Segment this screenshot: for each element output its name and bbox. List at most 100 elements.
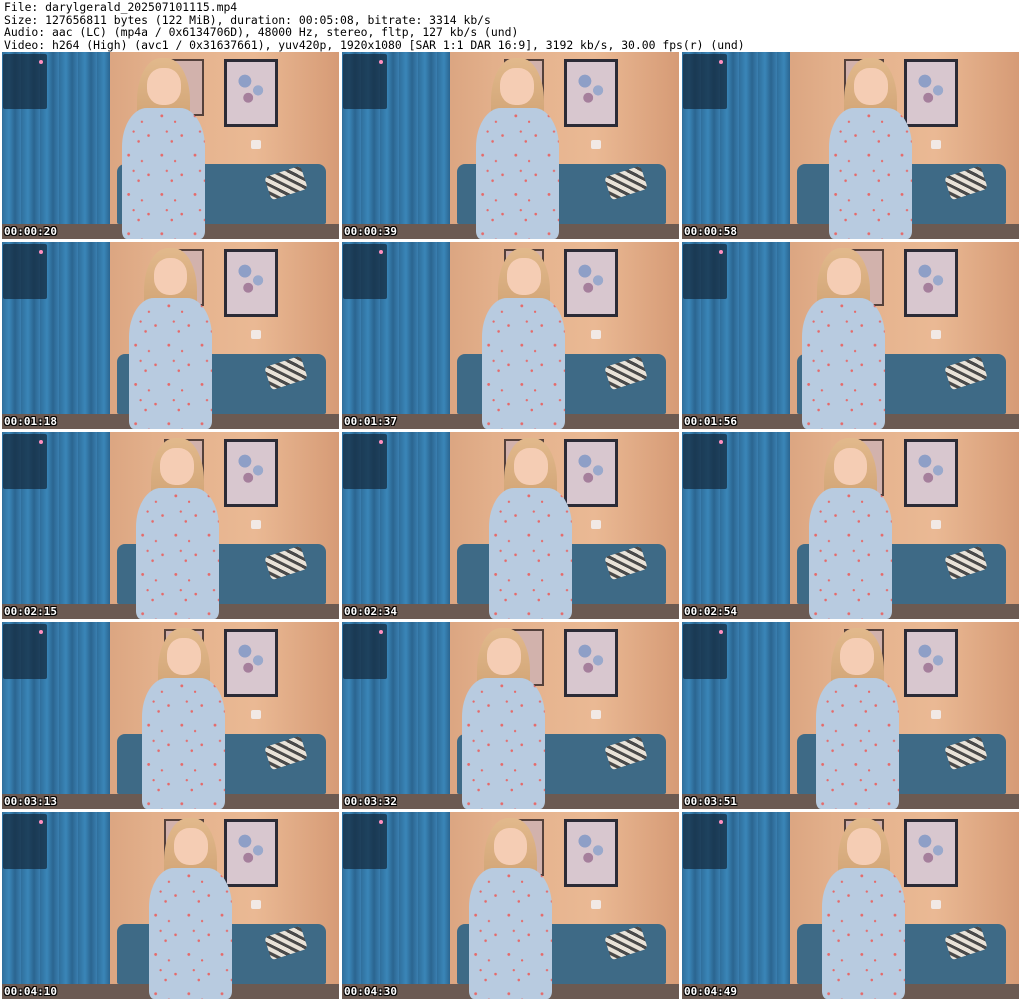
thumbnail-timestamp: 00:03:32 <box>344 795 397 808</box>
person-figure <box>484 437 578 619</box>
floral-dress <box>142 678 226 809</box>
person-figure <box>817 817 911 999</box>
stream-overlay-panel <box>683 434 727 489</box>
stream-overlay-panel <box>3 434 47 489</box>
video-thumbnail: 00:02:15 <box>2 432 339 619</box>
face <box>173 828 208 865</box>
person-figure <box>123 247 217 429</box>
person-figure <box>824 57 918 239</box>
floral-dress <box>122 108 206 239</box>
overlay-dot-icon <box>39 60 43 64</box>
person-figure <box>117 57 211 239</box>
face <box>513 448 548 485</box>
wall-socket <box>591 329 602 340</box>
wall-socket <box>251 139 262 150</box>
video-thumbnail: 00:00:58 <box>682 52 1019 239</box>
face <box>840 638 875 675</box>
wall-poster <box>564 59 619 127</box>
stream-overlay-panel <box>343 434 387 489</box>
person-figure <box>470 57 564 239</box>
thumbnail-timestamp: 00:04:10 <box>4 985 57 998</box>
wall-socket <box>251 329 262 340</box>
wall-socket <box>931 709 942 720</box>
stream-overlay-panel <box>3 54 47 109</box>
person-figure <box>137 627 231 809</box>
face <box>833 448 868 485</box>
wall-poster <box>904 629 959 697</box>
stream-overlay-panel <box>3 814 47 869</box>
floral-dress <box>482 298 566 429</box>
wall-socket <box>251 899 262 910</box>
audio-info-line: Audio: aac (LC) (mp4a / 0x6134706D), 480… <box>4 25 519 39</box>
thumbnail-grid: 00:00:20 00:00:39 00:00:58 00:01:18 00:01:37… <box>2 52 1022 1002</box>
overlay-dot-icon <box>379 630 383 634</box>
face <box>160 448 195 485</box>
overlay-dot-icon <box>379 440 383 444</box>
video-thumbnail: 00:03:51 <box>682 622 1019 809</box>
person-figure <box>130 437 224 619</box>
overlay-dot-icon <box>379 60 383 64</box>
thumbnail-timestamp: 00:00:58 <box>684 225 737 238</box>
floral-dress <box>829 108 913 239</box>
thumbnail-timestamp: 00:01:18 <box>4 415 57 428</box>
video-thumbnail: 00:00:20 <box>2 52 339 239</box>
floral-dress <box>808 488 892 619</box>
wall-poster <box>224 59 279 127</box>
person-figure <box>463 817 557 999</box>
wall-poster <box>904 249 959 317</box>
video-thumbnail: 00:04:49 <box>682 812 1019 999</box>
video-thumbnail: 00:03:32 <box>342 622 679 809</box>
overlay-dot-icon <box>39 630 43 634</box>
video-thumbnail: 00:04:30 <box>342 812 679 999</box>
floral-dress <box>462 678 546 809</box>
video-thumbnail: 00:02:34 <box>342 432 679 619</box>
wall-poster <box>224 629 279 697</box>
wall-socket <box>931 329 942 340</box>
wall-socket <box>931 139 942 150</box>
wall-poster <box>224 249 279 317</box>
stream-overlay-panel <box>343 624 387 679</box>
wall-socket <box>931 519 942 530</box>
thumbnail-timestamp: 00:01:37 <box>344 415 397 428</box>
stream-overlay-panel <box>3 244 47 299</box>
video-thumbnail: 00:04:10 <box>2 812 339 999</box>
overlay-dot-icon <box>39 440 43 444</box>
overlay-dot-icon <box>379 820 383 824</box>
stream-overlay-panel <box>3 624 47 679</box>
overlay-dot-icon <box>719 820 723 824</box>
face <box>506 258 541 295</box>
floral-dress <box>475 108 559 239</box>
video-thumbnail: 00:03:13 <box>2 622 339 809</box>
face <box>500 68 535 105</box>
thumbnail-timestamp: 00:02:34 <box>344 605 397 618</box>
person-figure <box>803 437 897 619</box>
floral-dress <box>135 488 219 619</box>
wall-socket <box>591 899 602 910</box>
wall-socket <box>251 709 262 720</box>
face <box>853 68 888 105</box>
wall-poster <box>904 819 959 887</box>
wall-poster <box>564 249 619 317</box>
stream-overlay-panel <box>343 54 387 109</box>
video-thumbnail: 00:02:54 <box>682 432 1019 619</box>
wall-poster <box>564 819 619 887</box>
wall-socket <box>251 519 262 530</box>
wall-poster <box>564 629 619 697</box>
face <box>493 828 528 865</box>
face <box>486 638 521 675</box>
video-thumbnail: 00:01:56 <box>682 242 1019 429</box>
floral-dress <box>489 488 573 619</box>
thumbnail-timestamp: 00:03:13 <box>4 795 57 808</box>
person-figure <box>810 627 904 809</box>
wall-poster <box>904 439 959 507</box>
face <box>846 828 881 865</box>
overlay-dot-icon <box>719 60 723 64</box>
floral-dress <box>128 298 212 429</box>
wall-socket <box>931 899 942 910</box>
video-thumbnail: 00:01:37 <box>342 242 679 429</box>
thumbnail-timestamp: 00:02:54 <box>684 605 737 618</box>
floral-dress <box>802 298 886 429</box>
video-thumbnail: 00:01:18 <box>2 242 339 429</box>
video-info-line: Video: h264 (High) (avc1 / 0x31637661), … <box>4 37 745 52</box>
face <box>166 638 201 675</box>
